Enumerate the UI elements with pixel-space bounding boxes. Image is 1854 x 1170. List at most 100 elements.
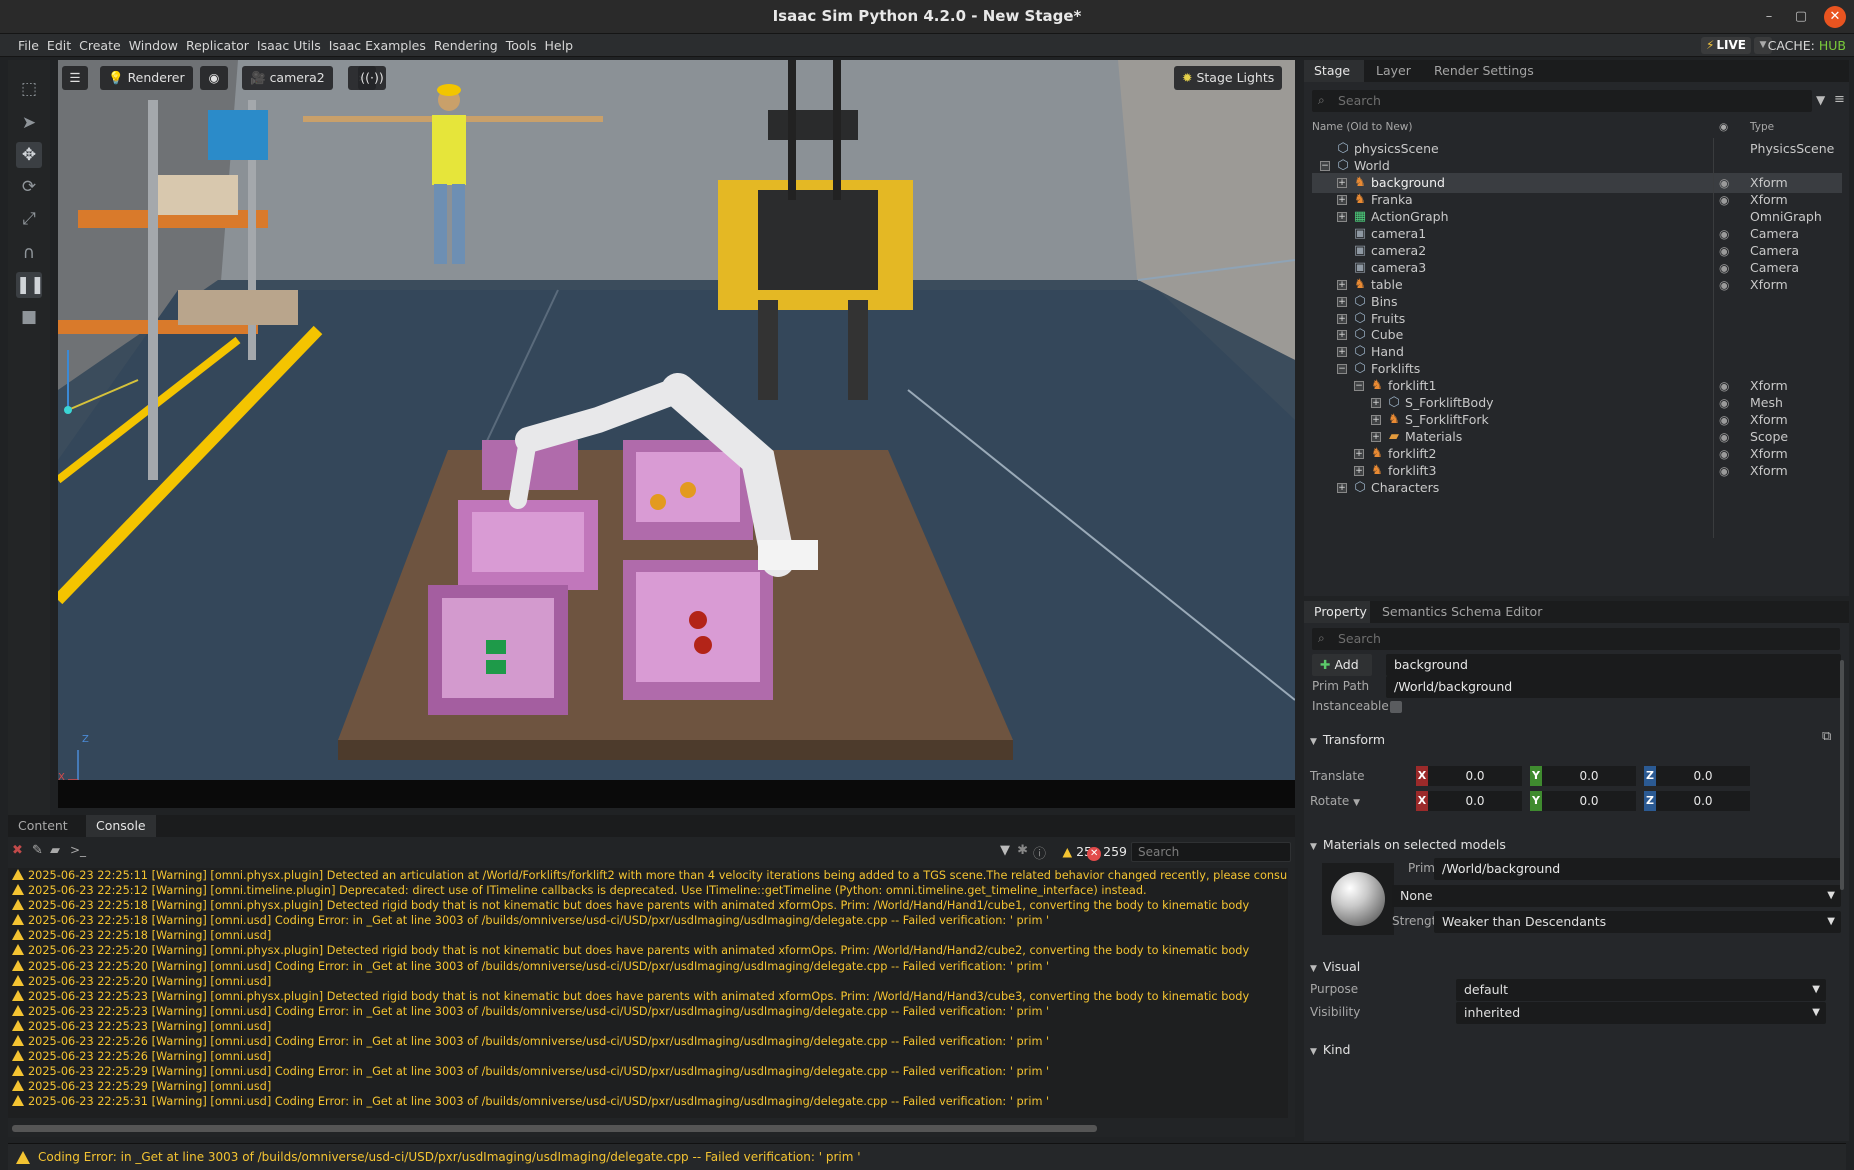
stage-tree-row[interactable]: + ⬡ Characters bbox=[1312, 478, 1842, 498]
expand-icon[interactable]: + bbox=[1337, 330, 1347, 341]
menu-tools[interactable]: Tools bbox=[502, 34, 541, 57]
rotate-z-field[interactable]: 0.0 bbox=[1656, 791, 1750, 811]
log-line[interactable]: 2025-06-23 22:25:18 [Warning] [omni.usd]… bbox=[8, 913, 1288, 928]
maximize-button[interactable]: ▢ bbox=[1790, 6, 1812, 28]
property-scrollbar[interactable] bbox=[1840, 660, 1844, 890]
menu-isaac-utils[interactable]: Isaac Utils bbox=[253, 34, 325, 57]
close-button[interactable]: ✕ bbox=[1824, 6, 1846, 28]
prim-name-field[interactable]: background bbox=[1386, 654, 1841, 676]
minimize-button[interactable]: – bbox=[1758, 6, 1780, 28]
transform-section-header[interactable]: ▼ Transform bbox=[1310, 732, 1385, 747]
expand-icon[interactable]: + bbox=[1337, 279, 1347, 290]
menu-replicator[interactable]: Replicator bbox=[182, 34, 253, 57]
tab-content[interactable]: Content bbox=[8, 815, 78, 837]
materials-section-header[interactable]: ▼ Materials on selected models bbox=[1310, 837, 1506, 852]
kind-section-header[interactable]: ▼ Kind bbox=[1310, 1042, 1350, 1057]
translate-y-field[interactable]: 0.0 bbox=[1542, 766, 1636, 786]
material-prim-field[interactable]: /World/background bbox=[1434, 858, 1841, 880]
expand-icon[interactable]: + bbox=[1337, 194, 1347, 205]
log-line[interactable]: 2025-06-23 22:25:20 [Warning] [omni.phys… bbox=[8, 943, 1288, 958]
live-button[interactable]: ⚡ LIVE bbox=[1701, 37, 1751, 54]
log-line[interactable]: 2025-06-23 22:25:23 [Warning] [omni.phys… bbox=[8, 989, 1288, 1004]
filter-icon[interactable]: ▼ bbox=[1816, 93, 1825, 107]
folder-icon[interactable]: ▰ bbox=[50, 843, 60, 858]
collapse-icon[interactable]: − bbox=[1337, 364, 1347, 375]
renderer-button[interactable]: 💡 Renderer bbox=[100, 66, 193, 90]
log-line[interactable]: 2025-06-23 22:25:18 [Warning] [omni.phys… bbox=[8, 898, 1288, 913]
rotate-tool-icon[interactable]: ⟳ bbox=[16, 174, 42, 200]
log-line[interactable]: 2025-06-23 22:25:18 [Warning] [omni.usd] bbox=[8, 928, 1288, 943]
expand-icon[interactable]: + bbox=[1337, 313, 1347, 324]
tab-render-settings[interactable]: Render Settings bbox=[1424, 60, 1544, 82]
console-search-input[interactable]: Search bbox=[1131, 842, 1291, 862]
collapse-icon[interactable]: − bbox=[1320, 160, 1330, 171]
add-button[interactable]: ✚ Add bbox=[1312, 654, 1372, 676]
translate-z-field[interactable]: 0.0 bbox=[1656, 766, 1750, 786]
tab-stage[interactable]: Stage bbox=[1304, 60, 1364, 82]
expand-icon[interactable]: + bbox=[1337, 211, 1347, 222]
rotate-label[interactable]: Rotate ▼ bbox=[1310, 794, 1360, 808]
camera-button[interactable]: 🎥 camera2 bbox=[242, 66, 333, 90]
stage-lights-button[interactable]: ✹ Stage Lights bbox=[1174, 66, 1283, 90]
error-count[interactable]: ✕ 259 bbox=[1087, 842, 1127, 862]
translate-x-field[interactable]: 0.0 bbox=[1428, 766, 1522, 786]
menu-help[interactable]: Help bbox=[541, 34, 578, 57]
console-horizontal-scrollbar[interactable] bbox=[12, 1125, 1097, 1132]
expand-icon[interactable]: + bbox=[1371, 398, 1381, 409]
viewport[interactable]: Z X Y ☰ 💡 Renderer ◉ 🎥 camera2 » ((·)) ✹… bbox=[58, 60, 1295, 808]
log-line[interactable]: 2025-06-23 22:25:12 [Warning] [omni.time… bbox=[8, 883, 1288, 898]
tab-property[interactable]: Property bbox=[1304, 601, 1370, 623]
expand-icon[interactable]: + bbox=[1337, 296, 1347, 307]
transform-options-icon[interactable]: ⧉ bbox=[1822, 729, 1831, 744]
move-tool-icon[interactable]: ✥ bbox=[16, 142, 42, 168]
column-type[interactable]: Type bbox=[1750, 121, 1774, 133]
collapse-icon[interactable]: − bbox=[1354, 381, 1364, 392]
broadcast-icon[interactable]: ((·)) bbox=[358, 66, 386, 90]
log-line[interactable]: 2025-06-23 22:25:26 [Warning] [omni.usd] bbox=[8, 1049, 1288, 1064]
log-line[interactable]: 2025-06-23 22:25:20 [Warning] [omni.usd]… bbox=[8, 959, 1288, 974]
log-line[interactable]: 2025-06-23 22:25:23 [Warning] [omni.usd]… bbox=[8, 1004, 1288, 1019]
log-line[interactable]: 2025-06-23 22:25:31 [Warning] [omni.usd]… bbox=[8, 1094, 1288, 1109]
expand-icon[interactable]: + bbox=[1337, 177, 1347, 188]
expand-icon[interactable]: + bbox=[1337, 483, 1347, 493]
log-line[interactable]: 2025-06-23 22:25:29 [Warning] [omni.usd] bbox=[8, 1079, 1288, 1094]
snap-magnet-icon[interactable]: ∩ bbox=[16, 240, 42, 266]
menu-file[interactable]: File bbox=[14, 34, 43, 57]
verbose-icon[interactable]: ✱ bbox=[1017, 843, 1028, 858]
visual-section-header[interactable]: ▼ Visual bbox=[1310, 959, 1360, 974]
strength-select[interactable]: Weaker than Descendants ▼ bbox=[1434, 911, 1841, 933]
expand-icon[interactable]: + bbox=[1354, 466, 1364, 477]
console-log[interactable]: 2025-06-23 22:25:11 [Warning] [omni.phys… bbox=[8, 868, 1288, 1118]
property-search-input[interactable]: Search bbox=[1312, 628, 1840, 650]
stop-icon[interactable]: ■ bbox=[16, 304, 42, 330]
expand-icon[interactable]: + bbox=[1354, 449, 1364, 460]
purpose-select[interactable]: default ▼ bbox=[1456, 979, 1826, 1001]
clear-console-icon[interactable]: ✖ bbox=[12, 843, 23, 858]
rotate-y-field[interactable]: 0.0 bbox=[1542, 791, 1636, 811]
prim-path-field[interactable]: /World/background bbox=[1386, 676, 1841, 698]
menu-rendering[interactable]: Rendering bbox=[430, 34, 502, 57]
edit-icon[interactable]: ✎ bbox=[32, 843, 43, 858]
filter-icon[interactable]: ▼ bbox=[1000, 843, 1010, 858]
expand-icon[interactable]: + bbox=[1337, 347, 1347, 358]
expand-icon[interactable]: + bbox=[1371, 415, 1381, 426]
expand-icon[interactable]: + bbox=[1371, 432, 1381, 443]
menu-icon[interactable]: ≡ bbox=[1834, 92, 1845, 107]
select-mode-icon[interactable]: ⬚ bbox=[16, 76, 42, 102]
tab-console[interactable]: Console bbox=[86, 815, 156, 837]
log-line[interactable]: 2025-06-23 22:25:11 [Warning] [omni.phys… bbox=[8, 868, 1288, 883]
pause-icon[interactable]: ❚❚ bbox=[16, 272, 45, 298]
menu-create[interactable]: Create bbox=[75, 34, 125, 57]
log-line[interactable]: 2025-06-23 22:25:29 [Warning] [omni.usd]… bbox=[8, 1064, 1288, 1079]
instanceable-checkbox[interactable] bbox=[1390, 701, 1402, 713]
settings-sliders-icon[interactable]: ☰ bbox=[62, 66, 88, 90]
tab-semantics-schema-editor[interactable]: Semantics Schema Editor bbox=[1372, 601, 1552, 623]
log-line[interactable]: 2025-06-23 22:25:23 [Warning] [omni.usd] bbox=[8, 1019, 1288, 1034]
terminal-icon[interactable]: >_ bbox=[70, 843, 86, 857]
scale-tool-icon[interactable]: ⤢ bbox=[16, 206, 42, 232]
log-line[interactable]: 2025-06-23 22:25:20 [Warning] [omni.usd] bbox=[8, 974, 1288, 989]
visibility-select[interactable]: inherited ▼ bbox=[1456, 1002, 1826, 1024]
column-name[interactable]: Name (Old to New) bbox=[1312, 121, 1412, 133]
info-icon[interactable]: ⓘ bbox=[1033, 843, 1046, 862]
menu-window[interactable]: Window bbox=[125, 34, 182, 57]
